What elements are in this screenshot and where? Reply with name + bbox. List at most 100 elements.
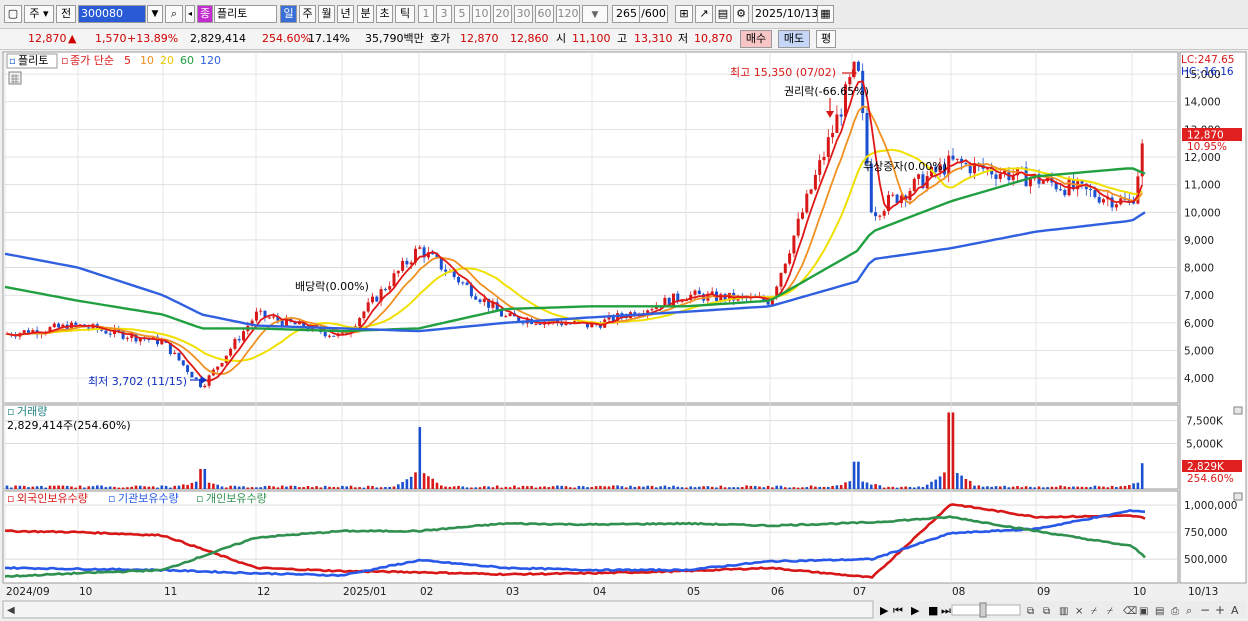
count-input[interactable]: 265: [612, 5, 640, 23]
volume-bar: [749, 485, 753, 489]
volume-title-dot-icon: ▫: [7, 405, 14, 418]
scroll-right-icon[interactable]: ▶: [880, 604, 889, 617]
eraser-icon[interactable]: ⌫: [1123, 606, 1137, 617]
volume-bar: [345, 486, 348, 489]
zoom-slider-handle[interactable]: [979, 602, 987, 618]
eval-button[interactable]: 평: [816, 30, 836, 48]
volume-bar: [848, 481, 852, 489]
date-input[interactable]: 2025/10/13: [752, 5, 818, 23]
candle-body: [272, 316, 276, 318]
play-icon[interactable]: ▶: [911, 604, 920, 617]
volume-bar: [835, 485, 839, 489]
interval-60-button[interactable]: 60: [535, 5, 554, 23]
volume-bar: [1067, 486, 1071, 489]
code-dropdown-icon[interactable]: ▼: [147, 5, 163, 23]
print-icon[interactable]: ⎙: [1171, 606, 1179, 617]
interval-custom-select[interactable]: ▼: [582, 5, 608, 23]
volume-bar: [341, 485, 344, 489]
volume-current-rate: 254.60%: [1187, 473, 1234, 485]
save-icon[interactable]: ▤: [715, 5, 731, 23]
stock-code-input[interactable]: 300080: [78, 5, 146, 23]
fib-tool-icon[interactable]: ⌿: [1107, 606, 1113, 617]
buy-button[interactable]: 매수: [740, 30, 772, 48]
chart-icon[interactable]: ▤: [1155, 606, 1164, 617]
candle-body: [697, 290, 701, 295]
volume-panel-close-icon[interactable]: [1233, 406, 1243, 415]
zoom-in-icon[interactable]: +: [1215, 603, 1225, 617]
volume-bar: [160, 485, 164, 489]
volume-bar: [956, 473, 959, 489]
legend-ma-title: 종가 단순: [70, 54, 114, 67]
holdings-panel-close-icon[interactable]: [1233, 492, 1243, 501]
image-icon[interactable]: ▣: [1139, 606, 1148, 617]
cross-icon[interactable]: ⨯: [1075, 606, 1083, 617]
volume-bar: [943, 472, 946, 489]
scroll-left-icon[interactable]: ◀: [7, 605, 15, 616]
x-tick-label: 02: [420, 586, 433, 598]
interval-120-button[interactable]: 120: [556, 5, 580, 23]
volume-bar: [366, 485, 370, 489]
volume-bar: [134, 485, 138, 489]
volume-bar: [642, 486, 645, 489]
low-annotation: 최저 3,702 (11/15): [88, 375, 187, 388]
candle-body: [813, 174, 817, 190]
fast-forward-icon[interactable]: ⏭: [941, 604, 951, 617]
interval-1-button[interactable]: 1: [418, 5, 434, 23]
period-tick-button[interactable]: 틱: [395, 5, 415, 23]
volume-bar: [938, 476, 942, 489]
candle-body: [478, 299, 482, 302]
volume-bar: [594, 486, 598, 489]
volume-bar: [637, 486, 641, 489]
trend-tool-icon[interactable]: ⌿: [1091, 606, 1097, 617]
search-icon[interactable]: ⌕: [165, 5, 183, 23]
volume-bar: [698, 486, 701, 489]
volume-bar: [796, 487, 800, 489]
window-icon[interactable]: ▢: [4, 5, 22, 23]
volume-bar: [491, 487, 495, 489]
chart-settings-icon[interactable]: ⊞: [675, 5, 693, 23]
stock-name-field[interactable]: 플리토: [214, 5, 277, 23]
volume-bar: [517, 487, 520, 489]
period-second-button[interactable]: 초: [376, 5, 393, 23]
layout-icon[interactable]: ⧉: [1027, 606, 1034, 617]
calendar-icon[interactable]: ▦: [818, 5, 834, 23]
speaker-icon[interactable]: ◂: [185, 5, 195, 23]
volume-bar: [74, 487, 78, 489]
zoom-out-icon[interactable]: −: [1200, 603, 1210, 617]
auto-scale-icon[interactable]: A: [1231, 604, 1239, 617]
volume-bar: [809, 485, 813, 489]
sell-button[interactable]: 매도: [778, 30, 810, 48]
interval-20-button[interactable]: 20: [493, 5, 512, 23]
candle-body: [792, 235, 796, 254]
copy-icon[interactable]: ⧉: [1043, 606, 1050, 617]
candle-body: [259, 310, 263, 312]
prev-button[interactable]: 전: [56, 5, 76, 23]
volume-bar: [83, 487, 86, 489]
interval-5-button[interactable]: 5: [454, 5, 470, 23]
stop-icon[interactable]: ■: [928, 604, 938, 617]
market-select[interactable]: 주 ▾: [24, 5, 54, 23]
x-tick-label: 09: [1037, 586, 1050, 598]
candle-body: [826, 137, 830, 157]
period-day-button[interactable]: 일: [280, 5, 297, 23]
volume-bar: [852, 461, 856, 489]
rewind-icon[interactable]: ⏮: [893, 604, 903, 617]
gear-icon[interactable]: ⚙: [733, 5, 749, 23]
interval-30-button[interactable]: 30: [514, 5, 533, 23]
volume-bar: [448, 486, 452, 489]
chart-type-icon[interactable]: ▥: [1059, 606, 1068, 617]
candle-body: [392, 273, 396, 287]
period-year-button[interactable]: 년: [337, 5, 354, 23]
mode-badge[interactable]: 종: [197, 5, 213, 23]
horizontal-scrollbar[interactable]: [2, 600, 874, 619]
volume-bar: [569, 487, 572, 489]
interval-3-button[interactable]: 3: [436, 5, 452, 23]
period-minute-button[interactable]: 분: [357, 5, 374, 23]
draw-tool-icon[interactable]: ↗: [695, 5, 713, 23]
zoom-icon[interactable]: ⌕: [1186, 604, 1192, 617]
interval-10-button[interactable]: 10: [472, 5, 491, 23]
volume-bar: [1106, 487, 1110, 489]
period-month-button[interactable]: 월: [318, 5, 335, 23]
candle-body: [1093, 190, 1097, 198]
period-week-button[interactable]: 주: [299, 5, 316, 23]
